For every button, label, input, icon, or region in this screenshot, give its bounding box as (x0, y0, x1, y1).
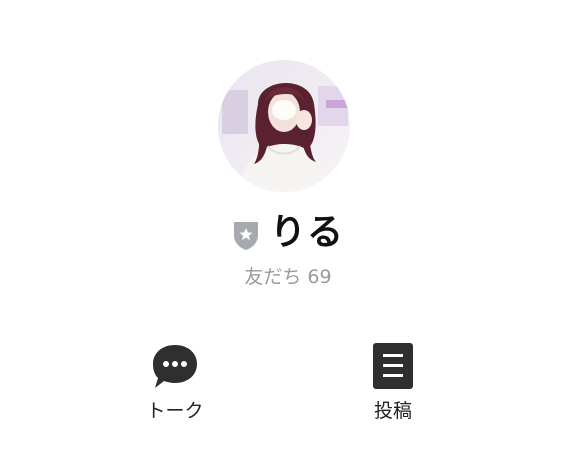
avatar-photo-image (218, 60, 350, 192)
profile-avatar[interactable] (218, 60, 350, 192)
post-button[interactable]: 投稿 (338, 338, 448, 430)
profile-name-row: りる (0, 208, 576, 258)
profile-page: りる 友だち 69 トーク 投稿 (0, 0, 576, 457)
post-button-label: 投稿 (373, 400, 412, 422)
shield-star-icon (232, 219, 260, 251)
chat-bubble-icon (147, 338, 203, 394)
friends-count[interactable]: 友だち 69 (0, 264, 576, 290)
talk-button[interactable]: トーク (120, 338, 230, 430)
post-icon (365, 338, 421, 394)
talk-button-label: トーク (146, 400, 204, 422)
profile-name: りる (269, 212, 344, 253)
